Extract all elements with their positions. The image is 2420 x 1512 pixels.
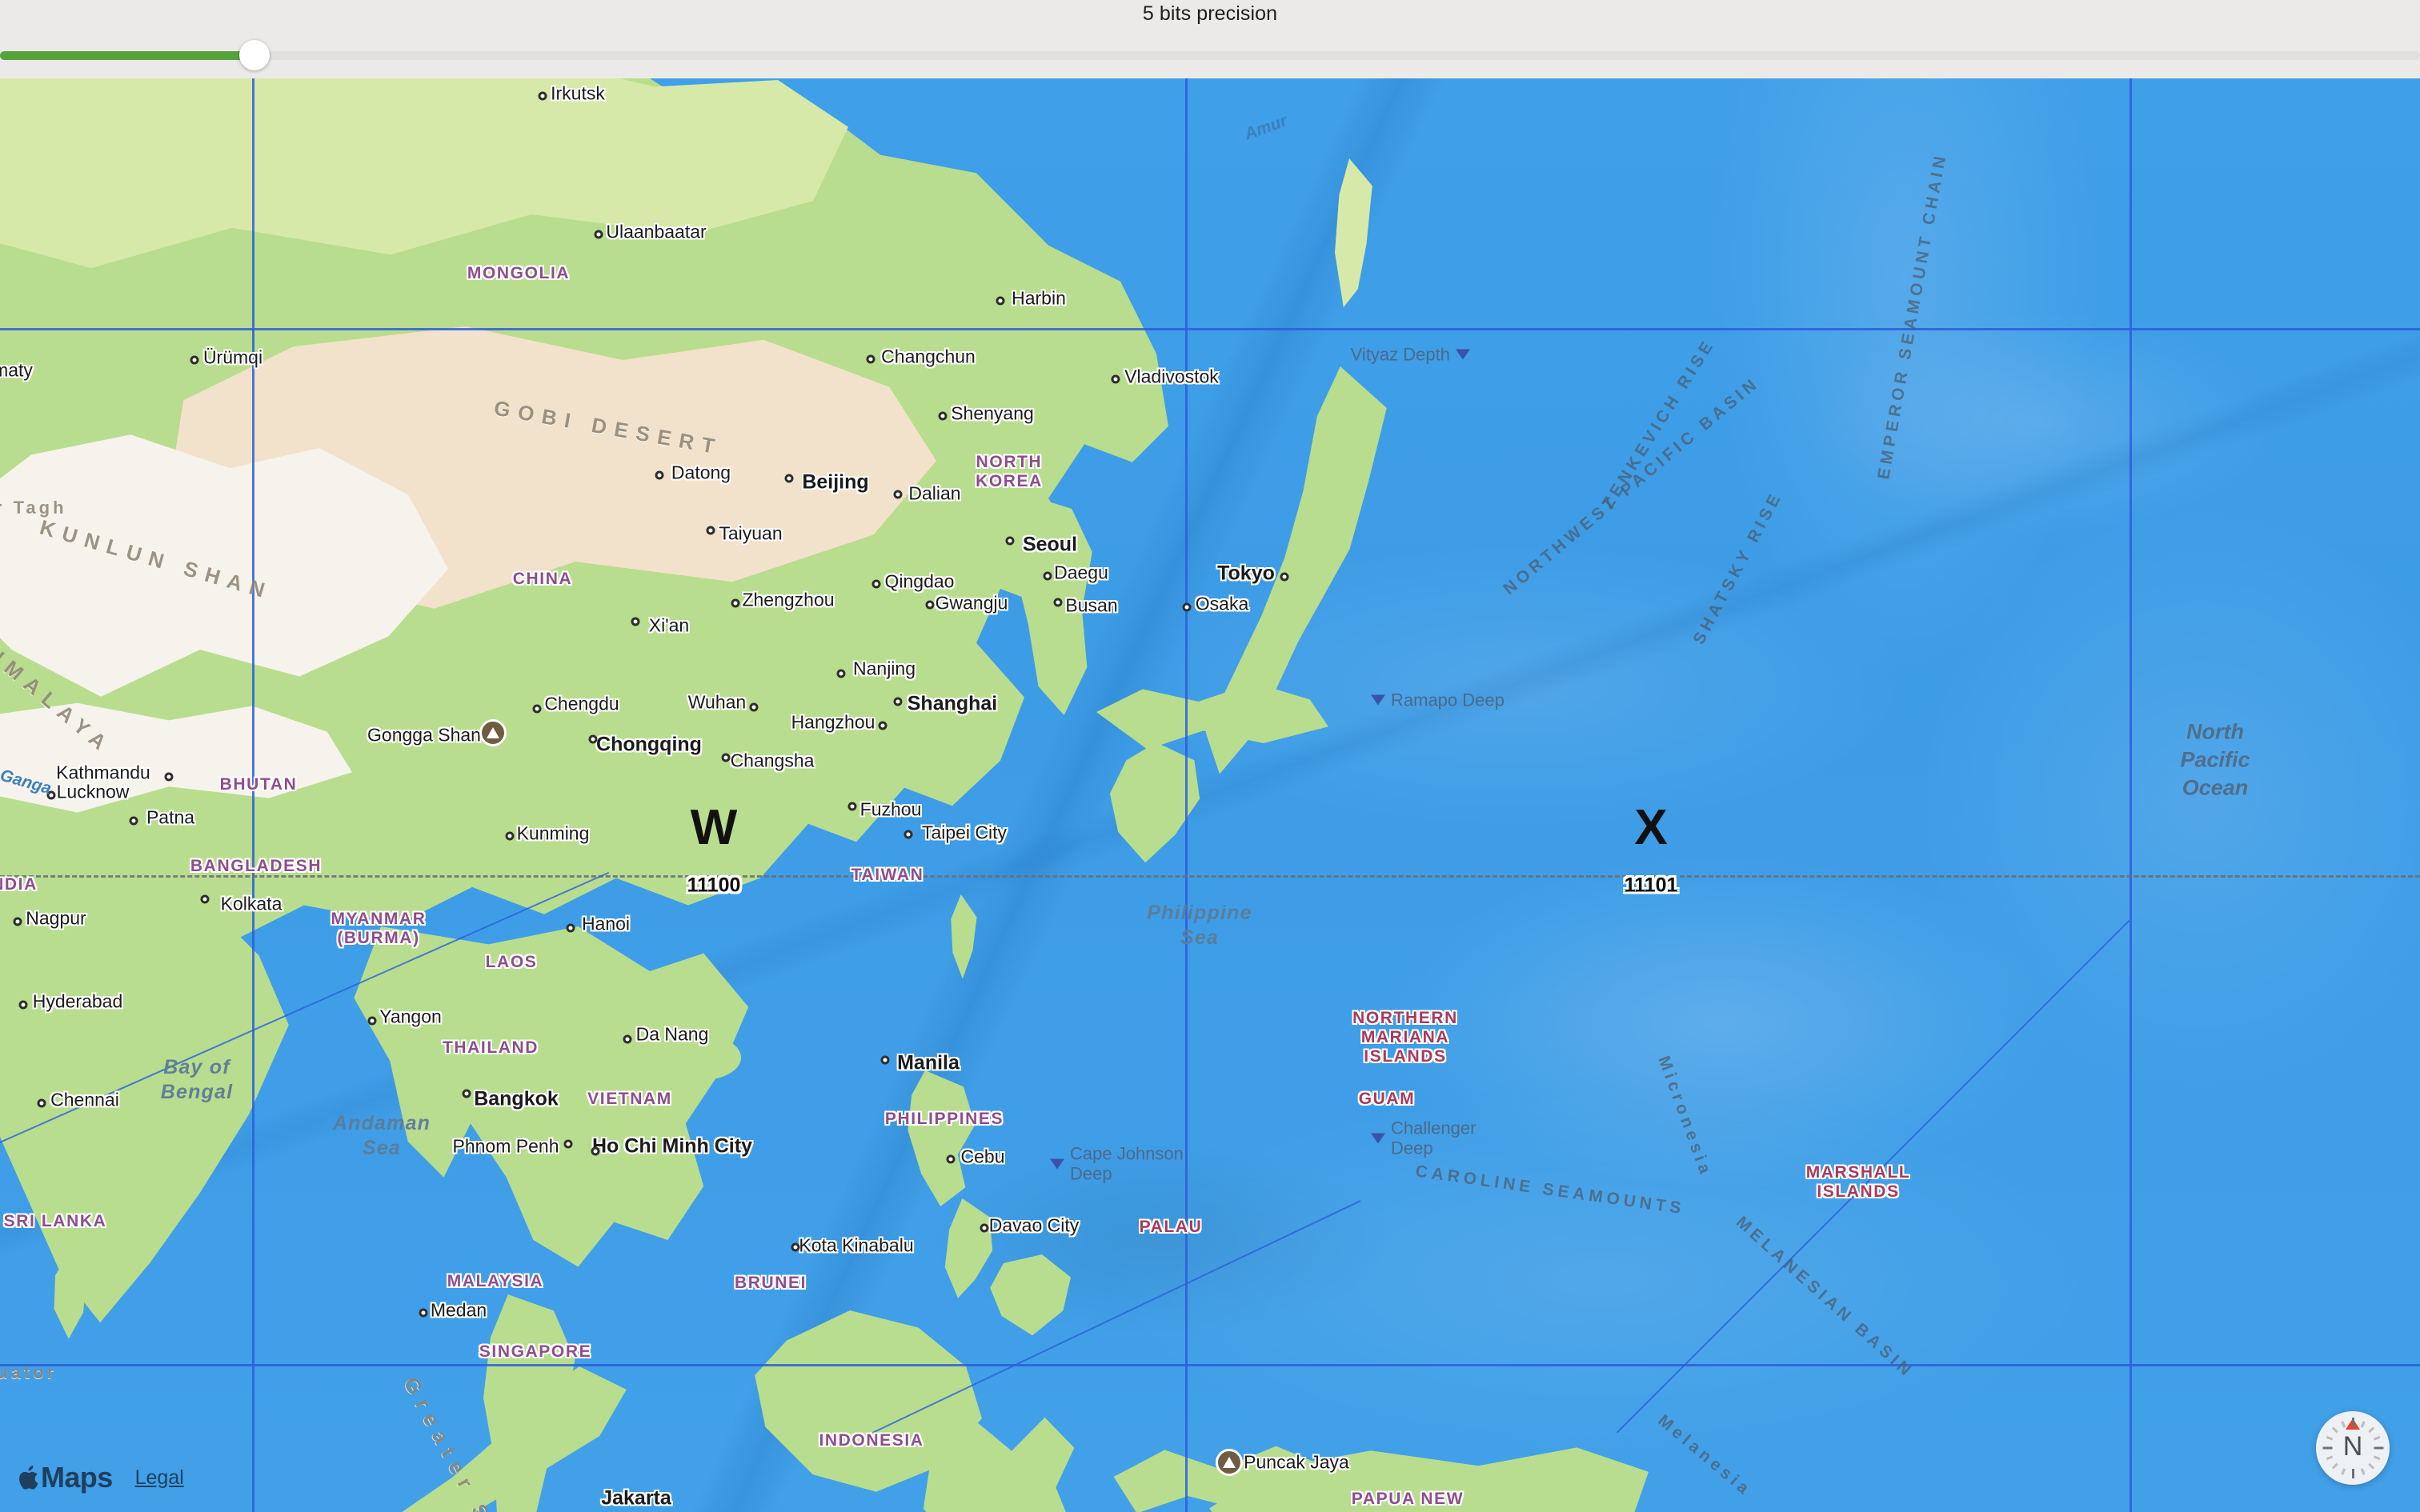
geohash-marker-code: 11101 <box>1624 874 1678 897</box>
slider-thumb[interactable] <box>238 40 270 70</box>
compass-widget[interactable]: N <box>2316 1411 2390 1485</box>
geohash-markers[interactable]: W 11100 X 11101 <box>0 78 2420 1512</box>
geohash-marker-code: 11100 <box>687 874 741 897</box>
slider-fill <box>0 51 254 60</box>
precision-header: 5 bits precision <box>0 0 2420 78</box>
apple-maps-logo: Maps <box>18 1461 113 1494</box>
map-attribution: Maps Legal <box>18 1461 184 1494</box>
precision-slider[interactable] <box>0 40 2420 70</box>
precision-label: 5 bits precision <box>1142 2 1278 25</box>
geohash-marker-glyph[interactable]: W <box>691 803 738 853</box>
legal-link[interactable]: Legal <box>135 1466 184 1490</box>
apple-logo-icon <box>19 1466 38 1490</box>
slider-track[interactable] <box>0 51 2420 60</box>
maps-wordmark: Maps <box>41 1461 113 1494</box>
geohash-marker-glyph[interactable]: X <box>1634 803 1667 853</box>
map-canvas[interactable]: Irkutsk Ulaanbaatar Harbin Changchun Vladivo… <box>0 78 2420 1512</box>
